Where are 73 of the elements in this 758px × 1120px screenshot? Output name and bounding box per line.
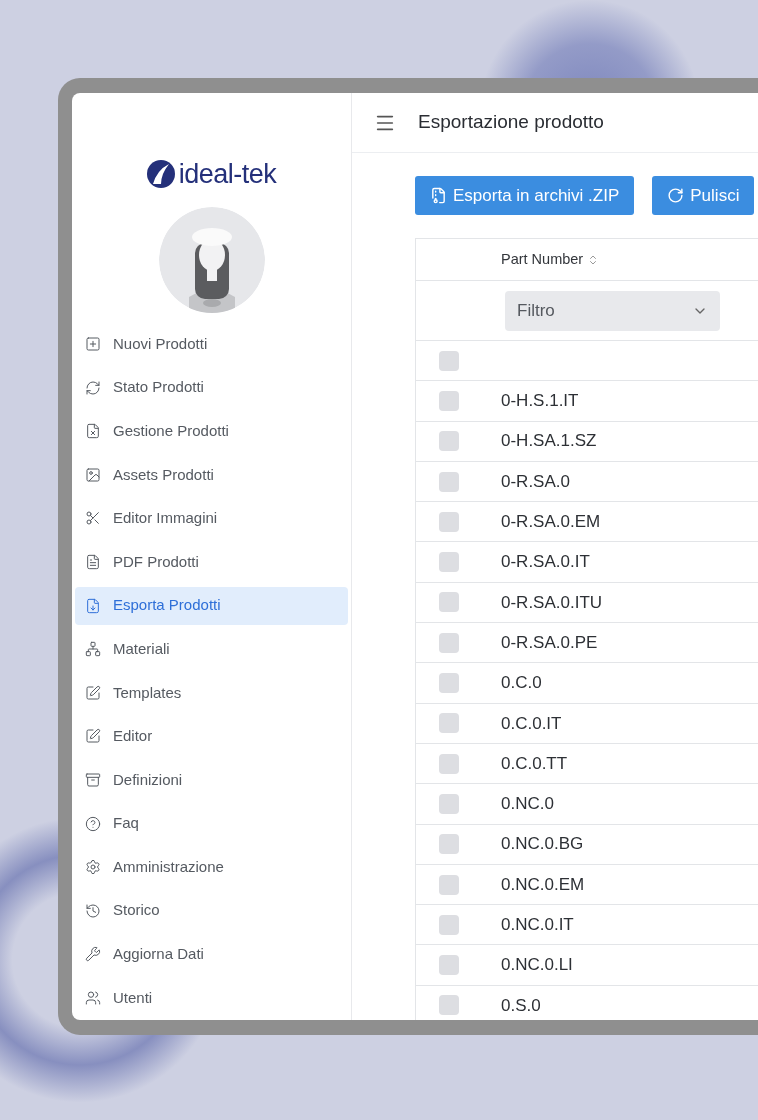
table-cell-text: 0-H.SA.1.SZ [501,430,597,453]
row-checkbox[interactable] [439,995,459,1016]
sidebar-item[interactable]: Gestione Prodotti [75,412,348,451]
table-cell-text: 0.C.0.TT [501,752,568,775]
sidebar-item[interactable]: Esporta Prodotti [75,586,348,625]
row-checkbox[interactable] [439,793,459,814]
table-cell-text: 0.NC.0.BG [501,833,584,856]
sidebar-item[interactable]: Definizioni [75,760,348,799]
row-checkbox[interactable] [439,390,459,411]
avatar-icon [158,207,265,313]
row-checkbox[interactable] [439,431,459,452]
column-header[interactable]: Part Number [501,248,600,271]
row-checkbox[interactable] [439,673,459,693]
row-checkbox[interactable] [439,874,459,895]
history-icon [85,902,101,919]
sidebar-item[interactable]: Storico [75,891,348,930]
image-icon [85,466,101,483]
row-checkbox[interactable] [439,632,459,653]
sidebar-item[interactable]: PDF Prodotti [75,542,348,581]
wrench-icon [85,946,101,963]
row-checkbox[interactable] [439,350,459,371]
row-checkbox[interactable] [439,713,459,734]
table-cell-text: 0-H.S.1.IT [501,390,579,413]
row-checkbox[interactable] [439,552,459,573]
scissors-icon [85,510,101,527]
sidebar-item[interactable]: Stato Prodotti [75,368,348,407]
table-cell-text: 0-R.SA.0 [501,470,570,493]
archive-icon [85,771,101,788]
file-download-icon [85,597,101,614]
table-cell-text: 0.C.0.IT [501,712,562,735]
row-checkbox[interactable] [439,955,459,976]
row-checkbox[interactable] [439,471,459,492]
sidebar-item[interactable]: Utenti [75,978,348,1017]
sidebar-item[interactable]: Nuovi Prodotti [75,325,348,363]
users-icon [85,989,101,1006]
edit-icon [85,684,101,701]
sidebar-item[interactable]: Faq [75,804,348,843]
page-title: Esportazione prodotto [418,110,604,135]
row-checkbox[interactable] [439,511,459,532]
table-cell-text: 0.NC.0.EM [501,873,585,896]
refresh-icon [667,187,685,204]
sidebar-item[interactable]: Editor Immagini [75,499,348,538]
table-cell-text: 0.NC.0 [501,793,554,816]
filter-dropdown[interactable]: Filtro [505,290,720,331]
sidebar-item[interactable]: Assets Prodotti [75,455,348,494]
edit-icon [85,728,101,745]
table-cell-text: 0-R.SA.0.ITU [501,591,603,614]
row-checkbox[interactable] [439,834,459,855]
brand-name: ideal-tek [178,160,277,188]
table-cell-text: 0-R.SA.0.PE [501,631,598,654]
logo-icon [146,160,175,188]
table-cell-text: 0-R.SA.0.EM [501,511,601,534]
sidebar-item[interactable]: Templates [75,673,348,712]
hierarchy-icon [85,641,101,658]
file-x-icon [85,423,101,440]
sidebar-item[interactable]: Editor [75,717,348,756]
table-cell-text: 0.C.0 [501,672,542,695]
sidebar-item[interactable]: Amministrazione [75,848,348,887]
plus-square-icon [85,336,101,352]
table-cell-text: 0.NC.0.LI [501,954,573,977]
row-checkbox[interactable] [439,592,459,613]
refresh-icon [85,379,101,396]
table-cell-text: 0.S.0 [501,994,541,1017]
file-icon [85,553,101,570]
archive-file-icon [430,187,447,204]
sidebar-item[interactable]: Aggiorna Dati [75,935,348,974]
row-checkbox[interactable] [439,914,459,935]
table-cell-text: 0.NC.0.IT [501,914,574,937]
row-checkbox[interactable] [439,753,459,774]
help-icon [85,815,101,832]
table-cell-text: 0-R.SA.0.IT [501,551,590,574]
settings-icon [85,859,101,876]
sidebar-item[interactable]: Materiali [75,630,348,669]
